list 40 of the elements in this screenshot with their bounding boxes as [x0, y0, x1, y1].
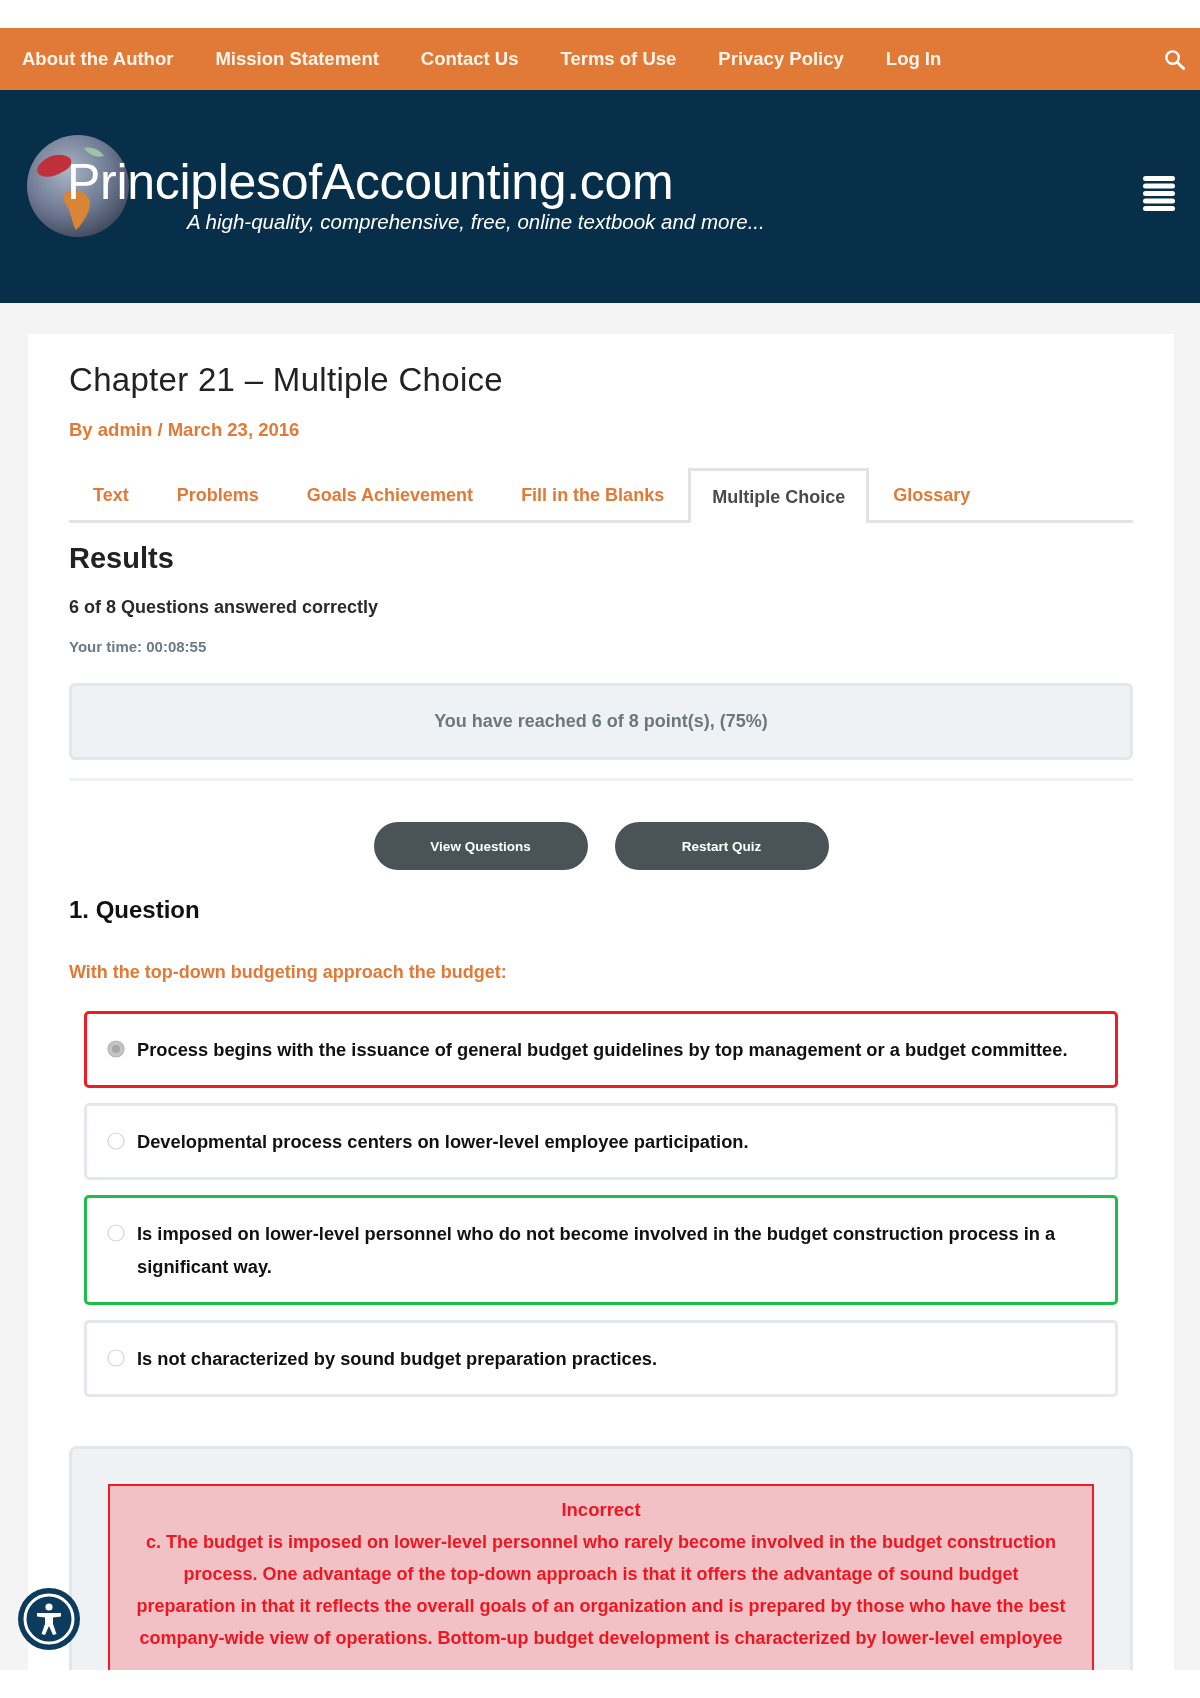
- feedback-title: Incorrect: [560, 1498, 642, 1522]
- radio-button[interactable]: [107, 1224, 125, 1242]
- search-icon[interactable]: [1164, 48, 1185, 70]
- nav-link[interactable]: Log In: [885, 48, 942, 70]
- answer-text: Is not characterized by sound budget preparation practices.: [137, 1347, 658, 1371]
- nav-link[interactable]: Contact Us: [420, 48, 519, 70]
- answer-option[interactable]: Is imposed on lower-level personnel who do not become involved in the budget construction process in a significant way.: [84, 1195, 1118, 1305]
- nav-link[interactable]: Terms of Use: [560, 48, 677, 70]
- score-banner: You have reached 6 of 8 point(s), (75%): [69, 683, 1133, 760]
- accessibility-icon[interactable]: [17, 1587, 81, 1651]
- tab[interactable]: Problems: [152, 468, 283, 520]
- answer-text: Is imposed on lower-level personnel who do not become involved in the budget construction process in a significant way.: [137, 1222, 1057, 1279]
- answer-option[interactable]: Is not characterized by sound budget preparation practices.: [84, 1320, 1118, 1397]
- menu-icon[interactable]: [1143, 176, 1175, 211]
- nav-link[interactable]: Privacy Policy: [718, 48, 844, 70]
- tab[interactable]: Multiple Choice: [688, 468, 870, 523]
- quiz-button[interactable]: View Questions: [373, 822, 588, 870]
- radio-button[interactable]: [107, 1132, 125, 1150]
- quiz-button[interactable]: Restart Quiz: [614, 822, 829, 870]
- answer-option[interactable]: Developmental process centers on lower-level employee participation.: [84, 1103, 1118, 1180]
- tab[interactable]: Text: [69, 468, 153, 520]
- site-tagline: A high-quality, comprehensive, free, online textbook and more...: [187, 210, 765, 234]
- results-summary: 6 of 8 Questions answered correctly: [69, 596, 380, 619]
- answer-option[interactable]: Process begins with the issuance of general budget guidelines by top management or a budget committee.: [84, 1011, 1118, 1088]
- answer-text: Developmental process centers on lower-level employee participation.: [137, 1130, 749, 1154]
- post-title: Chapter 21 – Multiple Choice: [69, 360, 504, 400]
- tab[interactable]: Fill in the Blanks: [497, 468, 689, 520]
- feedback-text: c. The budget is imposed on lower-level personnel who rarely become involved in the budget construction process. One advantage of the top-down approach is that it offers the advantage of sound budget preparation in that it reflects the overall goals of an organization and is prepared by those who have the best company-wide view of operations. Bottom-up budget development is characterized by lower-level employee: [135, 1531, 1067, 1650]
- answer-text: Process begins with the issuance of general budget guidelines by top management or a budget committee.: [137, 1038, 1068, 1062]
- radio-button[interactable]: [107, 1040, 125, 1058]
- nav-link[interactable]: Mission Statement: [215, 48, 379, 70]
- quiz-time: Your time: 00:08:55: [69, 639, 208, 655]
- radio-button[interactable]: [107, 1349, 125, 1367]
- question-heading: 1. Question: [69, 896, 201, 924]
- post-meta: By admin / March 23, 2016: [69, 418, 301, 442]
- question-prompt: With the top-down budgeting approach the budget:: [69, 961, 508, 984]
- tab[interactable]: Goals Achievement: [282, 468, 498, 520]
- results-heading: Results: [69, 541, 175, 575]
- nav-link[interactable]: About the Author: [22, 48, 174, 70]
- tab[interactable]: Glossary: [869, 468, 995, 520]
